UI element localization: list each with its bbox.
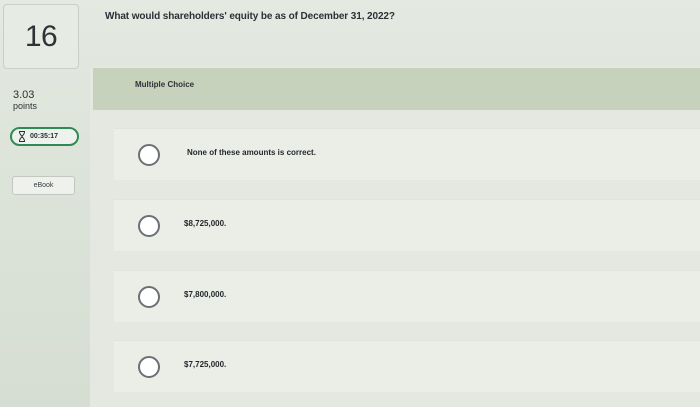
timer-badge[interactable]: 00:35:17: [10, 127, 79, 146]
timer-value: 00:35:17: [30, 133, 59, 140]
hourglass-icon: [19, 131, 25, 142]
radio-button-icon[interactable]: [138, 356, 160, 378]
choice-label: $7,800,000.: [184, 290, 227, 299]
choice-label: $7,725,000.: [184, 360, 227, 369]
choice-option-a[interactable]: None of these amounts is correct.: [114, 128, 700, 180]
question-number-box: 16: [3, 4, 79, 69]
choice-label: None of these amounts is correct.: [187, 148, 316, 157]
multiple-choice-header: [93, 68, 700, 110]
choice-option-d[interactable]: $7,725,000.: [114, 340, 700, 392]
question-number: 16: [24, 19, 58, 53]
question-text: What would shareholders' equity be as of…: [105, 11, 395, 22]
points-label: points: [13, 101, 38, 111]
radio-button-icon[interactable]: [138, 215, 160, 237]
choice-option-b[interactable]: $8,725,000.: [114, 199, 700, 251]
ebook-button[interactable]: eBook: [12, 176, 75, 195]
points-value: 3.03: [13, 89, 35, 101]
choice-option-c[interactable]: $7,800,000.: [114, 270, 700, 322]
radio-button-icon[interactable]: [138, 286, 160, 308]
multiple-choice-label: Multiple Choice: [135, 80, 195, 89]
radio-button-icon[interactable]: [138, 144, 160, 166]
choice-label: $8,725,000.: [184, 219, 227, 228]
